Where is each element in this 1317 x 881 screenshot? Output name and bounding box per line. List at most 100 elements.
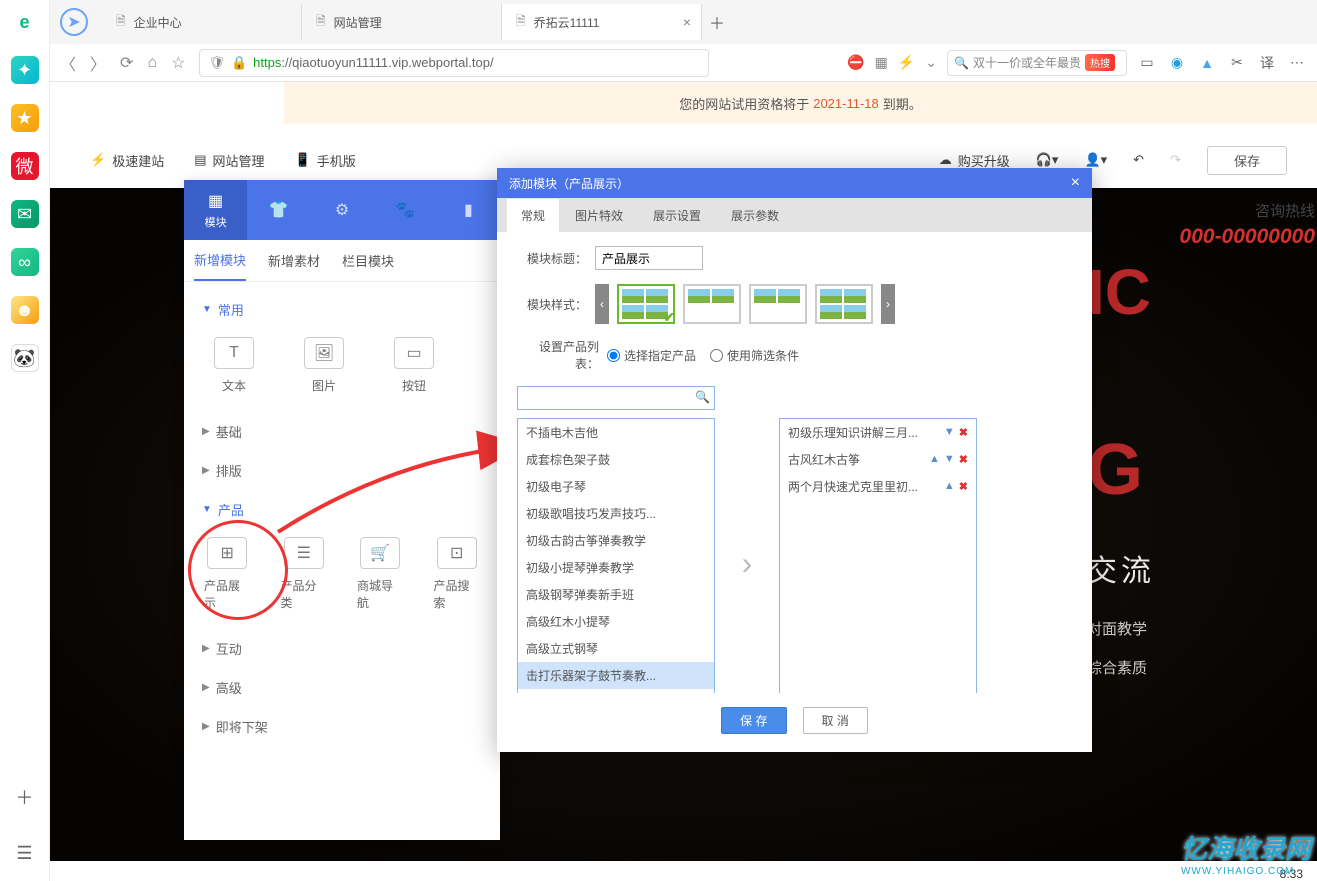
sidebar-app-star-icon[interactable]: ★ [11,104,39,132]
remove-icon[interactable]: ✖ [959,480,968,493]
selected-item[interactable]: 两个月快速尤克里里初...▲✖ [780,473,976,500]
mobile-button[interactable]: 📱手机版 [295,151,356,170]
radio-select-products[interactable]: 选择指定产品 [607,347,696,364]
home-button[interactable]: ⌂ [147,54,157,72]
module-title-input[interactable] [595,246,703,270]
address-bar[interactable]: 🛡 🔒 https://qiaotuoyun11111.vip.webporta… [199,49,709,77]
remove-icon[interactable]: ✖ [959,426,968,439]
qr-icon[interactable]: ▦ [875,54,888,71]
modal-close-icon[interactable]: × [1071,174,1080,192]
top-tab-4[interactable]: 🐾 [374,180,437,240]
circle-icon[interactable]: ◉ [1167,53,1187,73]
subtab-add-module[interactable]: 新增模块 [194,240,246,281]
modal-save-button[interactable]: 保 存 [721,707,786,734]
triangle-icon[interactable]: ▲ [1197,53,1217,73]
search-box[interactable]: 🔍 双十一价或全年最贵 热搜 [947,50,1127,76]
list-item[interactable]: 初级电子琴 [518,473,714,500]
back-button[interactable]: 〈 [60,51,76,75]
section-product[interactable]: ▼产品 [198,490,486,529]
list-item[interactable]: 初级古韵古筝弹奏教学 [518,527,714,554]
selected-item[interactable]: 古风红木古筝▲▼✖ [780,446,976,473]
section-layout[interactable]: ▶排版 [198,451,486,490]
radio-input[interactable] [710,349,723,362]
style-next-button[interactable]: › [881,284,895,324]
speed-icon[interactable]: ⚡ [898,54,915,71]
list-item[interactable]: 初级歌唱技巧发声技巧... [518,500,714,527]
redo-icon[interactable]: ↷ [1170,152,1181,168]
item-product-search[interactable]: ⊡产品搜索 [434,537,481,611]
reload-button[interactable]: ⟳ [120,53,133,73]
list-item[interactable]: 初级小提琴弹奏教学 [518,554,714,581]
favorite-button[interactable]: ☆ [171,53,185,73]
move-down-icon[interactable]: ▼ [944,426,955,439]
transfer-arrow[interactable]: › [727,418,767,693]
browser-tab-active[interactable]: 🗎 乔拓云11111 × [502,4,702,40]
site-manage-button[interactable]: ▤网站管理 [194,151,264,170]
list-item[interactable]: 击打乐器架子鼓节奏教... [518,662,714,689]
user-icon[interactable]: 👤▾ [1084,152,1107,168]
radio-input[interactable] [607,349,620,362]
quick-build-button[interactable]: ⚡极速建站 [90,151,164,170]
move-up-icon[interactable]: ▲ [929,453,940,466]
upgrade-button[interactable]: ☁购买升级 [939,151,1010,170]
section-common[interactable]: ▼常用 [198,290,486,329]
style-option-4[interactable] [815,284,873,324]
chevron-down-icon[interactable]: ⌄ [925,54,937,71]
tab-display-set[interactable]: 展示设置 [639,199,715,232]
save-button[interactable]: 保存 [1207,146,1287,175]
list-item[interactable]: 高级钢琴弹奏新手班 [518,581,714,608]
top-tab-5[interactable]: ▮ [437,180,500,240]
headset-icon[interactable]: 🎧▾ [1036,152,1059,168]
style-option-1[interactable] [617,284,675,324]
item-mall-nav[interactable]: 🛒商城导航 [357,537,404,611]
available-products-list[interactable]: 不插电木吉他成套棕色架子鼓初级电子琴初级歌唱技巧发声技巧...初级古韵古筝弹奏教… [517,418,715,693]
section-advanced[interactable]: ▶高级 [198,668,486,707]
list-item[interactable]: 高级红木小提琴 [518,608,714,635]
sidebar-app-icon-1[interactable]: ✦ [11,56,39,84]
sidebar-add-icon[interactable]: ＋ [11,783,39,811]
more-icon[interactable]: ⋯ [1287,53,1307,73]
block-icon[interactable]: ⛔ [847,54,864,71]
subtab-add-material[interactable]: 新增素材 [268,241,320,280]
item-image[interactable]: 🖼图片 [294,337,354,394]
style-option-2[interactable] [683,284,741,324]
item-product-display[interactable]: ⊞产品展示 [204,537,251,611]
reader-icon[interactable]: ▭ [1137,53,1157,73]
section-interact[interactable]: ▶互动 [198,629,486,668]
list-item[interactable]: 高级立式钢琴 [518,635,714,662]
style-prev-button[interactable]: ‹ [595,284,609,324]
navigate-compass-icon[interactable]: ➤ [60,8,88,36]
item-product-category[interactable]: ☰产品分类 [281,537,328,611]
selected-products-list[interactable]: 初级乐理知识讲解三月...▼✖古风红木古筝▲▼✖两个月快速尤克里里初...▲✖ [779,418,977,693]
section-basic[interactable]: ▶基础 [198,412,486,451]
move-up-icon[interactable]: ▲ [944,480,955,493]
subtab-col-module[interactable]: 栏目模块 [342,241,394,280]
selected-item[interactable]: 初级乐理知识讲解三月...▼✖ [780,419,976,446]
forward-button[interactable]: 〉 [90,51,106,75]
modal-cancel-button[interactable]: 取 消 [803,707,868,734]
browser-logo-icon[interactable]: e [11,8,39,36]
radio-filter-products[interactable]: 使用筛选条件 [710,347,799,364]
new-tab-button[interactable]: ＋ [702,10,732,34]
tab-general[interactable]: 常规 [507,199,559,232]
product-search-mini[interactable]: 🔍 [517,386,715,410]
top-tab-2[interactable]: 👕 [247,180,310,240]
tab-display-param[interactable]: 展示参数 [717,199,793,232]
section-coming[interactable]: ▶即将下架 [198,707,486,746]
undo-icon[interactable]: ↶ [1133,152,1144,168]
sidebar-menu-icon[interactable]: ☰ [11,839,39,867]
translate-icon[interactable]: 译 [1257,53,1277,73]
list-item[interactable]: 成套棕色架子鼓 [518,446,714,473]
top-tab-modules[interactable]: ▦模块 [184,180,247,240]
item-text[interactable]: T文本 [204,337,264,394]
sidebar-app-panda-icon[interactable]: 🐼 [11,344,39,372]
tab-close-icon[interactable]: × [683,14,691,30]
item-button[interactable]: ▭按钮 [384,337,444,394]
list-item[interactable]: 不插电木吉他 [518,419,714,446]
scissors-icon[interactable]: ✂ [1227,53,1247,73]
remove-icon[interactable]: ✖ [959,453,968,466]
sidebar-app-mail-icon[interactable]: ✉ [11,200,39,228]
style-option-3[interactable] [749,284,807,324]
sidebar-app-game-icon[interactable]: ☻ [11,296,39,324]
browser-tab[interactable]: 🗎 企业中心 [102,4,302,40]
